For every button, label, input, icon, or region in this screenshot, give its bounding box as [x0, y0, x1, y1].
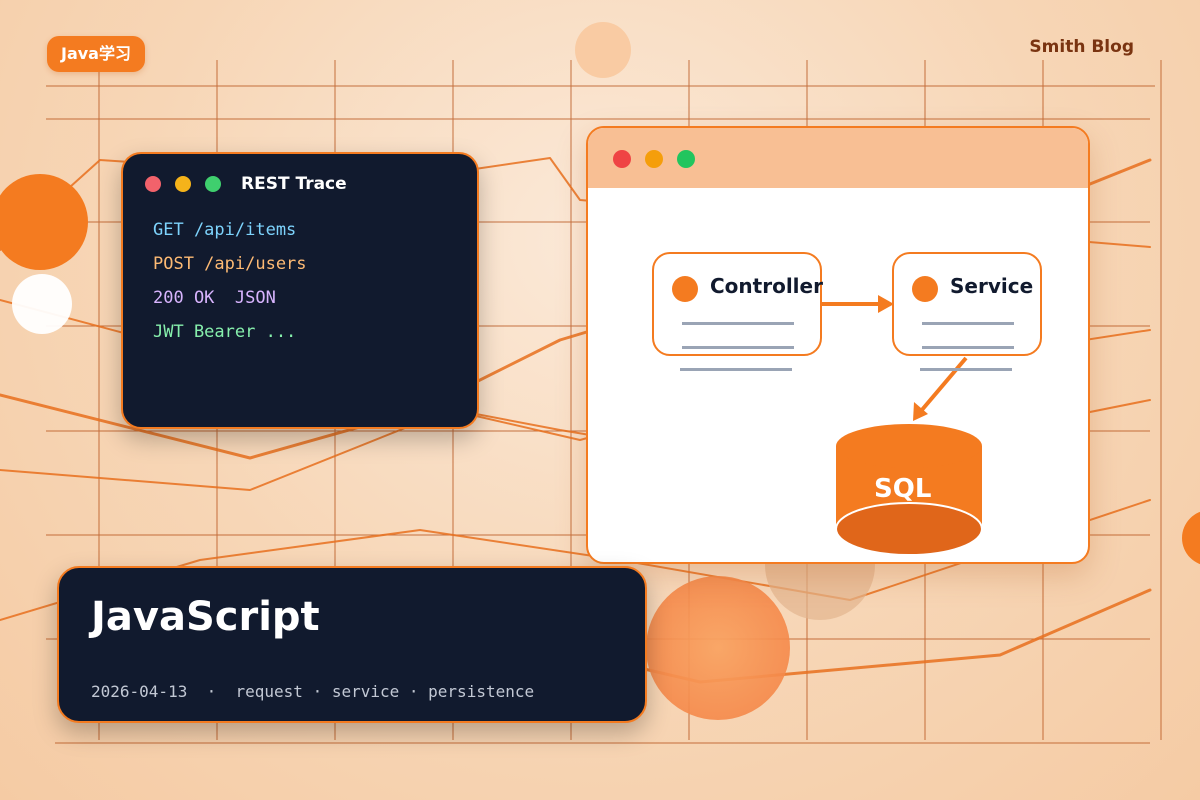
controller-dot-icon	[672, 276, 698, 302]
controller-node: Controller	[652, 252, 823, 356]
close-dot-icon	[145, 176, 161, 192]
database-label: SQL	[874, 474, 932, 504]
service-dot-icon	[912, 276, 938, 302]
minimize-dot-icon	[175, 176, 191, 192]
controller-label: Controller	[710, 274, 823, 298]
placeholder-line	[922, 346, 1014, 349]
placeholder-line	[682, 322, 794, 325]
service-node: Service	[892, 252, 1042, 356]
post-tags: request · service · persistence	[235, 682, 535, 701]
post-title[interactable]: JavaScript	[91, 594, 320, 640]
code-line: POST /api/users	[153, 254, 307, 274]
rest-trace-terminal: REST Trace GET /api/items POST /api/user…	[121, 152, 479, 429]
post-title-card: JavaScript 2026-04-13 · request · servic…	[57, 566, 647, 723]
placeholder-line	[920, 368, 1012, 371]
placeholder-line	[922, 322, 1014, 325]
service-label: Service	[950, 274, 1034, 298]
maximize-dot-icon	[205, 176, 221, 192]
meta-separator: ·	[206, 682, 217, 701]
code-line: GET /api/items	[153, 220, 297, 240]
blog-brand[interactable]: Smith Blog	[1029, 37, 1134, 57]
post-meta: 2026-04-13 · request · service · persist…	[91, 682, 534, 701]
post-date: 2026-04-13	[91, 682, 188, 701]
placeholder-line	[682, 346, 794, 349]
service-to-database-arrow	[919, 356, 968, 413]
code-line: JWT Bearer ...	[153, 322, 297, 342]
terminal-title: REST Trace	[241, 174, 347, 194]
placeholder-line	[680, 368, 792, 371]
code-line: 200 OK JSON	[153, 288, 276, 308]
architecture-diagram-window: Controller Service SQL	[586, 126, 1090, 564]
category-badge[interactable]: Java学习	[47, 36, 145, 72]
